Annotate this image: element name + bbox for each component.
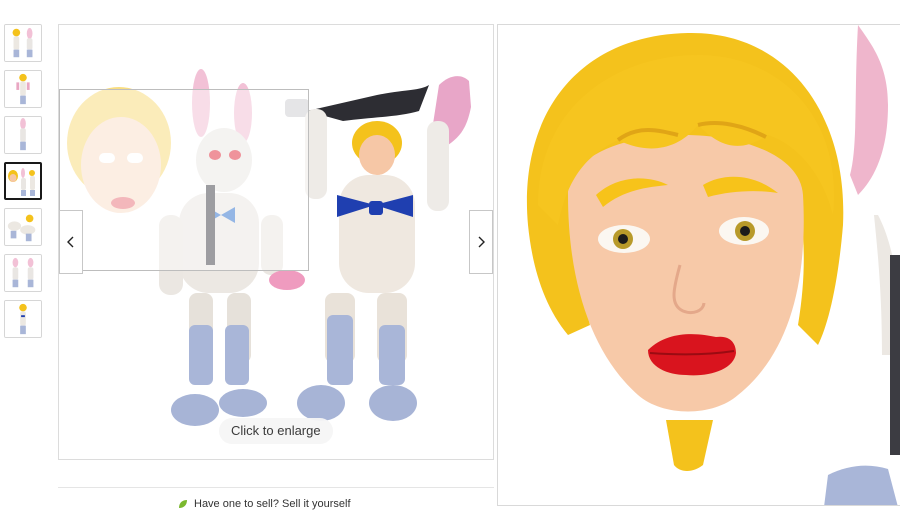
previous-image-button[interactable]	[59, 210, 83, 274]
leaf-icon	[179, 500, 187, 509]
thumbnail-5[interactable]	[4, 208, 42, 246]
thumbnail-7[interactable]	[4, 300, 42, 338]
thumbnail-2[interactable]	[4, 70, 42, 108]
zoom-preview-panel	[497, 24, 900, 506]
zoom-lens[interactable]	[59, 89, 309, 271]
next-image-button[interactable]	[469, 210, 493, 274]
sell-yourself-text[interactable]: Have one to sell? Sell it yourself	[194, 498, 351, 510]
main-image-viewer[interactable]: Click to enlarge	[58, 24, 494, 460]
chevron-left-icon	[67, 236, 74, 248]
sell-yourself-row: Have one to sell? Sell it yourself	[178, 498, 351, 512]
click-to-enlarge-label[interactable]: Click to enlarge	[219, 418, 333, 444]
thumbnail-6[interactable]	[4, 254, 42, 292]
girl-figure	[285, 76, 471, 421]
chevron-right-icon	[478, 236, 485, 248]
zoomed-face-image	[498, 25, 900, 505]
thumbnail-3[interactable]	[4, 116, 42, 154]
section-divider	[58, 487, 494, 488]
thumbnail-4[interactable]	[4, 162, 42, 200]
thumbnail-1[interactable]	[4, 24, 42, 62]
